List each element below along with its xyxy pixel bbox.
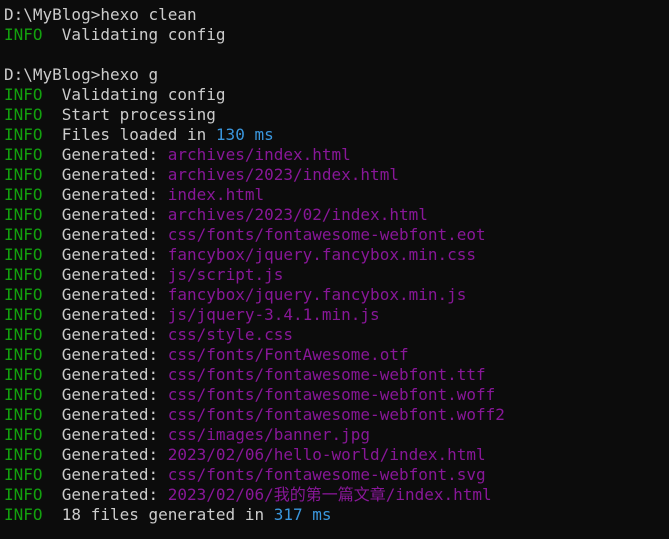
log-message: Validating config (42, 85, 226, 104)
log-message: Generated: (42, 165, 168, 184)
generated-file-path: archives/2023/02/index.html (167, 205, 428, 224)
generated-file-path: fancybox/jquery.fancybox.min.js (167, 285, 467, 304)
log-level-label: INFO (4, 265, 43, 284)
log-level-label: INFO (4, 325, 43, 344)
log-level-label: INFO (4, 225, 43, 244)
generated-file-line: INFO Generated: css/fonts/fontawesome-we… (4, 225, 669, 245)
log-level-label: INFO (4, 25, 43, 44)
generated-file-line: INFO Generated: 2023/02/06/hello-world/i… (4, 445, 669, 465)
log-level-label: INFO (4, 445, 43, 464)
generated-file-path: 2023/02/06/hello-world/index.html (167, 445, 486, 464)
log-message: Files loaded in (42, 125, 216, 144)
log-level-label: INFO (4, 425, 43, 444)
generated-file-line: INFO Generated: fancybox/jquery.fancybox… (4, 285, 669, 305)
log-level-label: INFO (4, 165, 43, 184)
log-level-label: INFO (4, 345, 43, 364)
generated-file-line: INFO Generated: archives/index.html (4, 145, 669, 165)
prompt-line: D:\MyBlog>hexo clean (4, 5, 669, 25)
log-message: Generated: (42, 325, 168, 344)
generated-file-path: js/script.js (167, 265, 284, 284)
log-message: Generated: (42, 365, 168, 384)
generated-file-path: css/style.css (167, 325, 293, 344)
log-message: Generated: (42, 445, 168, 464)
generated-file-path: css/fonts/fontawesome-webfont.eot (167, 225, 486, 244)
log-level-label: INFO (4, 85, 43, 104)
generated-file-path: js/jquery-3.4.1.min.js (167, 305, 380, 324)
log-message: Generated: (42, 185, 168, 204)
log-level-label: INFO (4, 365, 43, 384)
log-message: Generated: (42, 485, 168, 504)
log-level-label: INFO (4, 205, 43, 224)
command-text: hexo g (100, 65, 159, 84)
log-level-label: INFO (4, 185, 43, 204)
generated-file-line: INFO Generated: index.html (4, 185, 669, 205)
generated-file-line: INFO Generated: archives/2023/index.html (4, 165, 669, 185)
log-message: 18 files generated in (42, 505, 274, 524)
log-message: Generated: (42, 305, 168, 324)
log-line: INFO Files loaded in 130 ms (4, 125, 669, 145)
generated-file-line: INFO Generated: 2023/02/06/我的第一篇文章/index… (4, 485, 669, 505)
log-message: Generated: (42, 345, 168, 364)
log-message: Generated: (42, 285, 168, 304)
generated-file-path: archives/2023/index.html (167, 165, 399, 184)
log-message: Generated: (42, 265, 168, 284)
log-line: INFO Validating config (4, 85, 669, 105)
log-message: Generated: (42, 145, 168, 164)
generated-file-line: INFO Generated: css/fonts/fontawesome-we… (4, 405, 669, 425)
log-level-label: INFO (4, 385, 43, 404)
generated-file-line: INFO Generated: css/fonts/fontawesome-we… (4, 465, 669, 485)
log-line: INFO 18 files generated in 317 ms (4, 505, 669, 525)
prompt-line: D:\MyBlog>hexo g (4, 65, 669, 85)
log-message: Generated: (42, 205, 168, 224)
generated-file-line: INFO Generated: js/script.js (4, 265, 669, 285)
generated-file-path: css/images/banner.jpg (167, 425, 371, 444)
prompt-path: D:\MyBlog> (4, 65, 101, 84)
log-message: Generated: (42, 385, 168, 404)
log-message: Validating config (42, 25, 226, 44)
log-level-label: INFO (4, 245, 43, 264)
log-message: Generated: (42, 405, 168, 424)
generated-file-line: INFO Generated: css/fonts/fontawesome-we… (4, 385, 669, 405)
generated-file-line: INFO Generated: css/style.css (4, 325, 669, 345)
log-message: Generated: (42, 245, 168, 264)
log-message: Start processing (42, 105, 216, 124)
generated-file-line: INFO Generated: css/fonts/fontawesome-we… (4, 365, 669, 385)
log-level-label: INFO (4, 145, 43, 164)
log-line: INFO Validating config (4, 25, 669, 45)
generated-file-line: INFO Generated: js/jquery-3.4.1.min.js (4, 305, 669, 325)
log-level-label: INFO (4, 305, 43, 324)
prompt-path: D:\MyBlog> (4, 5, 101, 24)
log-message: Generated: (42, 465, 168, 484)
generated-file-path: archives/index.html (167, 145, 351, 164)
generated-file-line: INFO Generated: fancybox/jquery.fancybox… (4, 245, 669, 265)
log-level-label: INFO (4, 125, 43, 144)
generated-file-path: 2023/02/06/我的第一篇文章/index.html (167, 485, 492, 504)
generated-file-line: INFO Generated: archives/2023/02/index.h… (4, 205, 669, 225)
duration-value: 317 ms (273, 505, 332, 524)
generated-file-path: index.html (167, 185, 265, 204)
log-level-label: INFO (4, 105, 43, 124)
log-line: INFO Start processing (4, 105, 669, 125)
generated-file-path: css/fonts/fontawesome-webfont.woff2 (167, 405, 505, 424)
generated-file-path: css/fonts/FontAwesome.otf (167, 345, 409, 364)
log-level-label: INFO (4, 485, 43, 504)
terminal-output[interactable]: D:\MyBlog>hexo clean INFO Validating conf… (0, 0, 669, 539)
command-text: hexo clean (100, 5, 197, 24)
log-level-label: INFO (4, 405, 43, 424)
generated-file-path: fancybox/jquery.fancybox.min.css (167, 245, 477, 264)
generated-file-path: css/fonts/fontawesome-webfont.woff (167, 385, 496, 404)
duration-value: 130 ms (215, 125, 274, 144)
generated-file-line: INFO Generated: css/images/banner.jpg (4, 425, 669, 445)
log-level-label: INFO (4, 285, 43, 304)
log-message: Generated: (42, 225, 168, 244)
log-level-label: INFO (4, 465, 43, 484)
generated-file-path: css/fonts/fontawesome-webfont.ttf (167, 365, 486, 384)
log-message: Generated: (42, 425, 168, 444)
generated-file-line: INFO Generated: css/fonts/FontAwesome.ot… (4, 345, 669, 365)
log-level-label: INFO (4, 505, 43, 524)
generated-file-path: css/fonts/fontawesome-webfont.svg (167, 465, 486, 484)
